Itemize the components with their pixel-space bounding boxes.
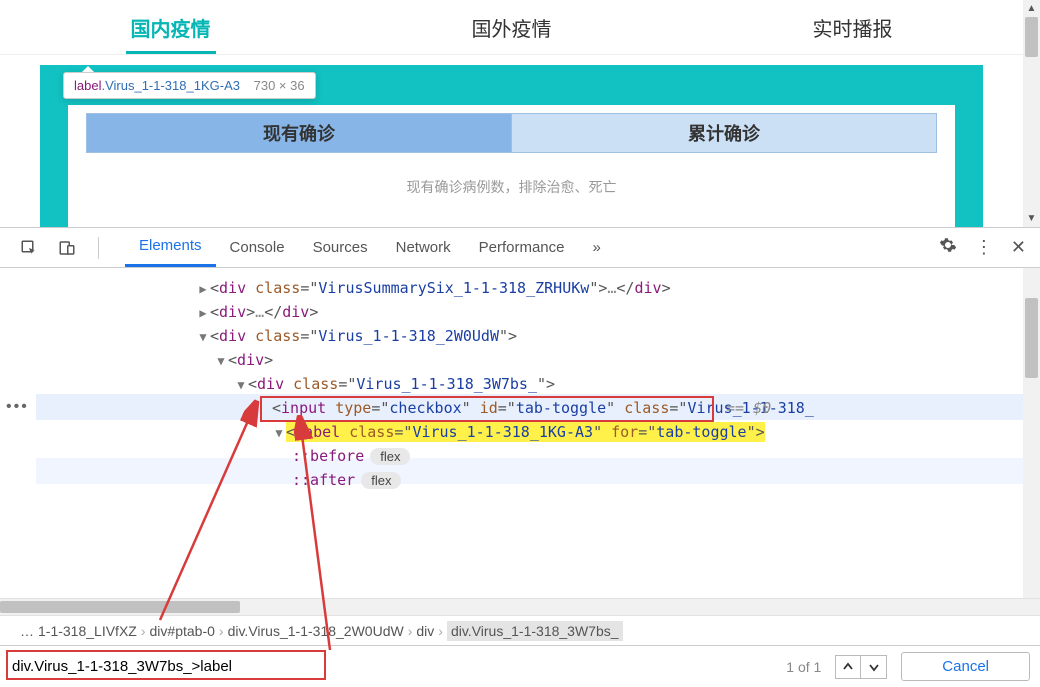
devtools-header: Elements Console Sources Network Perform… bbox=[0, 228, 1040, 268]
devtools-panel: Elements Console Sources Network Perform… bbox=[0, 227, 1040, 687]
tab-console[interactable]: Console bbox=[216, 227, 299, 267]
dom-pseudo-before[interactable]: ::beforeflex bbox=[36, 444, 1040, 468]
scroll-thumb[interactable] bbox=[1025, 17, 1038, 57]
kebab-icon[interactable]: ⋮ bbox=[975, 237, 993, 258]
scroll-thumb[interactable] bbox=[0, 601, 240, 613]
dom-node[interactable]: ▶<div>…</div> bbox=[36, 300, 1040, 324]
dom-search-bar: 1 of 1 Cancel bbox=[0, 645, 1040, 687]
inspect-tooltip: label.Virus_1-1-318_1KG-A3 730 × 36 bbox=[63, 72, 316, 99]
caret-down-icon: ▼ bbox=[196, 330, 210, 344]
caret-right-icon: ▶ bbox=[196, 306, 210, 320]
tooltip-class: .Virus_1-1-318_1KG-A3 bbox=[101, 78, 240, 93]
tooltip-tag: label bbox=[74, 78, 101, 93]
search-nav bbox=[835, 655, 887, 679]
nav-tab-foreign[interactable]: 国外疫情 bbox=[341, 0, 682, 54]
search-prev-button[interactable] bbox=[835, 655, 861, 679]
dom-pseudo-after[interactable]: ::afterflex bbox=[36, 468, 1040, 492]
devtools-header-right: ⋮ ✕ bbox=[939, 236, 1026, 259]
devtools-horizontal-scrollbar[interactable] bbox=[0, 598, 1040, 615]
dom-panel: ••• ▶<div class="VirusSummarySix_1-1-318… bbox=[0, 268, 1040, 598]
caret-right-icon: ▶ bbox=[196, 282, 210, 296]
search-next-button[interactable] bbox=[861, 655, 887, 679]
dom-tree[interactable]: ▶<div class="VirusSummarySix_1-1-318_ZRH… bbox=[36, 268, 1040, 598]
badge-flex[interactable]: flex bbox=[370, 448, 410, 465]
tab-network[interactable]: Network bbox=[382, 227, 465, 267]
dom-node[interactable]: <input type="checkbox" id="tab-toggle" c… bbox=[36, 396, 1040, 420]
caret-down-icon: ▼ bbox=[214, 354, 228, 368]
page-vertical-scrollbar[interactable]: ▲ ▼ bbox=[1023, 0, 1040, 227]
gutter-ellipsis-icon[interactable]: ••• bbox=[6, 398, 29, 416]
breadcrumb-item[interactable]: 1-1-318_LIVfXZ bbox=[38, 623, 137, 639]
dom-node-selected[interactable]: ▼<div class="Virus_1-1-318_3W7bs_"> bbox=[36, 372, 1040, 396]
breadcrumb-item-active[interactable]: div.Virus_1-1-318_3W7bs_ bbox=[447, 621, 623, 641]
caret-down-icon: ▼ bbox=[234, 378, 248, 392]
tab-elements[interactable]: Elements bbox=[125, 227, 216, 267]
nav-tab-domestic[interactable]: 国内疫情 bbox=[0, 0, 341, 54]
divider bbox=[98, 237, 99, 259]
breadcrumb-item[interactable]: div.Virus_1-1-318_2W0UdW bbox=[228, 623, 404, 639]
scroll-up-icon[interactable]: ▲ bbox=[1023, 0, 1040, 17]
breadcrumb-leading[interactable]: … bbox=[20, 623, 34, 639]
dom-gutter: ••• bbox=[0, 268, 36, 598]
nav-tabs: 国内疫情 国外疫情 实时播报 bbox=[0, 0, 1023, 55]
dom-breadcrumbs[interactable]: … 1-1-318_LIVfXZ › div#ptab-0 › div.Viru… bbox=[0, 615, 1040, 645]
dom-node[interactable]: ▼<div class="Virus_1-1-318_2W0UdW"> bbox=[36, 324, 1040, 348]
tooltip-dimensions: 730 × 36 bbox=[254, 78, 305, 93]
dom-node[interactable]: ▶<div class="VirusSummarySix_1-1-318_ZRH… bbox=[36, 276, 1040, 300]
sub-tabs: 现有确诊 累计确诊 bbox=[86, 113, 937, 153]
selected-node-marker: == $0 bbox=[726, 399, 771, 417]
dom-search-count: 1 of 1 bbox=[786, 659, 821, 675]
sub-tab-description: 现有确诊病例数，排除治愈、死亡 bbox=[68, 177, 955, 197]
toggle-device-icon[interactable] bbox=[52, 233, 82, 263]
webpage-preview: 国内疫情 国外疫情 实时播报 现有确诊 累计确诊 现有确诊病例数，排除治愈、死亡… bbox=[0, 0, 1023, 227]
dom-search-input[interactable] bbox=[10, 654, 772, 679]
dom-node-search-hit[interactable]: ▼<label class="Virus_1-1-318_1KG-A3" for… bbox=[36, 420, 1040, 444]
breadcrumb-item[interactable]: div bbox=[416, 623, 434, 639]
scroll-down-icon[interactable]: ▼ bbox=[1023, 210, 1040, 227]
tab-overflow[interactable]: » bbox=[579, 227, 615, 267]
close-icon[interactable]: ✕ bbox=[1011, 237, 1026, 258]
gear-icon[interactable] bbox=[939, 236, 957, 259]
devtools-tabs: Elements Console Sources Network Perform… bbox=[125, 228, 931, 267]
dom-node[interactable]: ▼<div> bbox=[36, 348, 1040, 372]
inspect-element-icon[interactable] bbox=[14, 233, 44, 263]
breadcrumb-item[interactable]: div#ptab-0 bbox=[150, 623, 215, 639]
nav-tab-live[interactable]: 实时播报 bbox=[682, 0, 1023, 54]
tab-performance[interactable]: Performance bbox=[465, 227, 579, 267]
tab-sources[interactable]: Sources bbox=[299, 227, 382, 267]
cancel-button[interactable]: Cancel bbox=[901, 652, 1030, 681]
caret-down-icon: ▼ bbox=[272, 426, 286, 440]
badge-flex[interactable]: flex bbox=[361, 472, 401, 489]
sub-tab-total[interactable]: 累计确诊 bbox=[512, 113, 937, 153]
sub-tab-current[interactable]: 现有确诊 bbox=[86, 113, 512, 153]
content-card: 现有确诊 累计确诊 现有确诊病例数，排除治愈、死亡 bbox=[68, 105, 955, 230]
